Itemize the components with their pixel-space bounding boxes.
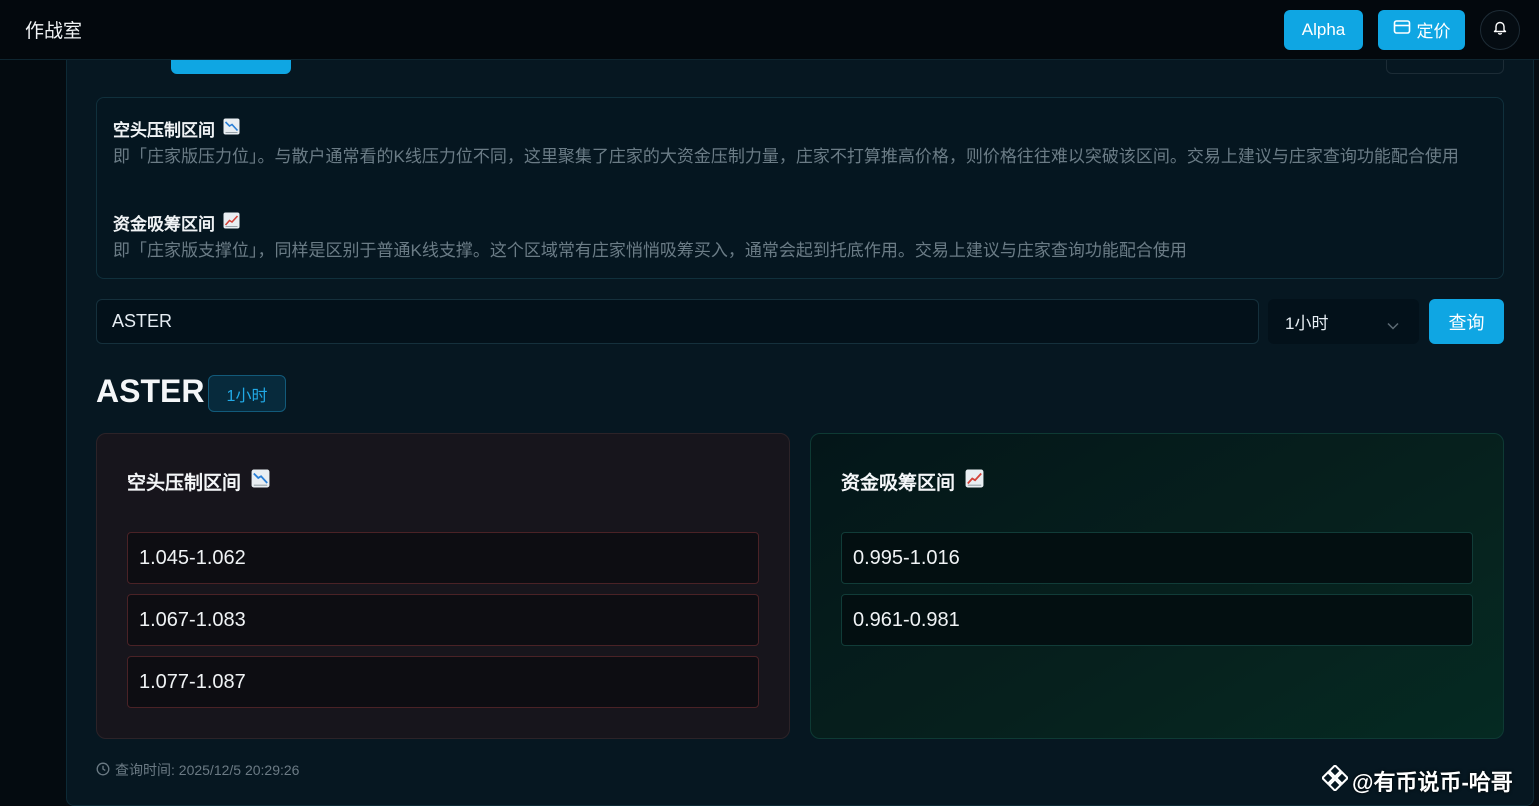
binance-logo-icon [1320, 763, 1350, 797]
query-timestamp: 查询时间: 2025/12/5 20:29:26 [96, 760, 299, 780]
app-title: 作战室 [25, 21, 83, 42]
pricing-button[interactable]: 定价 [1378, 9, 1465, 50]
info-long-desc: 即「庄家版支撑位」，同样是区别于普通K线支撑。这个区域常有庄家悄悄吸筹买入，通常… [113, 241, 1187, 260]
short-range-row: 1.067-1.083 [127, 594, 759, 646]
info-short-title: 空头压制区间 [113, 116, 240, 141]
long-card-title-text: 资金吸筹区间 [841, 473, 956, 494]
long-card-title: 资金吸筹区间 [841, 468, 984, 495]
bell-icon [1493, 20, 1507, 40]
topbar-actions: Alpha 定价 [1284, 9, 1539, 50]
interval-select[interactable]: 1小时 [1268, 299, 1419, 344]
symbol-input[interactable] [96, 299, 1259, 344]
notifications-button[interactable] [1480, 9, 1520, 50]
info-short-title-text: 空头压制区间 [113, 121, 215, 140]
chart-decreasing-icon [251, 469, 270, 494]
info-box: 空头压制区间 即「庄家版压力位」。与散户通常看的K线压力位不同，这里聚集了庄家的… [96, 97, 1504, 279]
long-range-row: 0.961-0.981 [841, 594, 1473, 646]
watermark-text: @有币说币-哈哥 [1352, 770, 1513, 795]
short-card-title: 空头压制区间 [127, 468, 270, 495]
result-symbol: ASTER [96, 373, 205, 409]
short-range-row: 1.077-1.087 [127, 656, 759, 708]
top-bar: 作战室 Alpha 定价 [0, 0, 1539, 60]
pricing-label: 定价 [1416, 22, 1451, 41]
clock-icon [96, 762, 110, 779]
watermark: @有币说币-哈哥 [1320, 763, 1513, 797]
chart-decreasing-icon [223, 118, 240, 140]
info-short-desc: 即「庄家版压力位」。与散户通常看的K线压力位不同，这里聚集了庄家的大资金压制力量… [113, 147, 1459, 166]
accumulation-card: 资金吸筹区间 0.995-1.016 0.961-0.981 [810, 433, 1504, 739]
short-card-title-text: 空头压制区间 [127, 473, 242, 494]
card-icon [1393, 19, 1411, 40]
chart-increasing-icon [965, 469, 984, 494]
query-button[interactable]: 查询 [1429, 299, 1504, 344]
alpha-button[interactable]: Alpha [1284, 9, 1363, 50]
short-range-row: 1.045-1.062 [127, 532, 759, 584]
left-sidebar [0, 60, 66, 806]
chart-increasing-icon [223, 212, 240, 234]
interval-select-value: 1小时 [1285, 314, 1329, 333]
info-long-title: 资金吸筹区间 [113, 210, 240, 235]
short-pressure-card: 空头压制区间 1.045-1.062 1.067-1.083 1.077-1.0… [96, 433, 790, 739]
timestamp-text: 查询时间: 2025/12/5 20:29:26 [115, 762, 300, 778]
info-long-title-text: 资金吸筹区间 [113, 215, 215, 234]
long-range-row: 0.995-1.016 [841, 532, 1473, 584]
interval-badge: 1小时 [208, 375, 286, 412]
chevron-down-icon [1387, 315, 1399, 335]
